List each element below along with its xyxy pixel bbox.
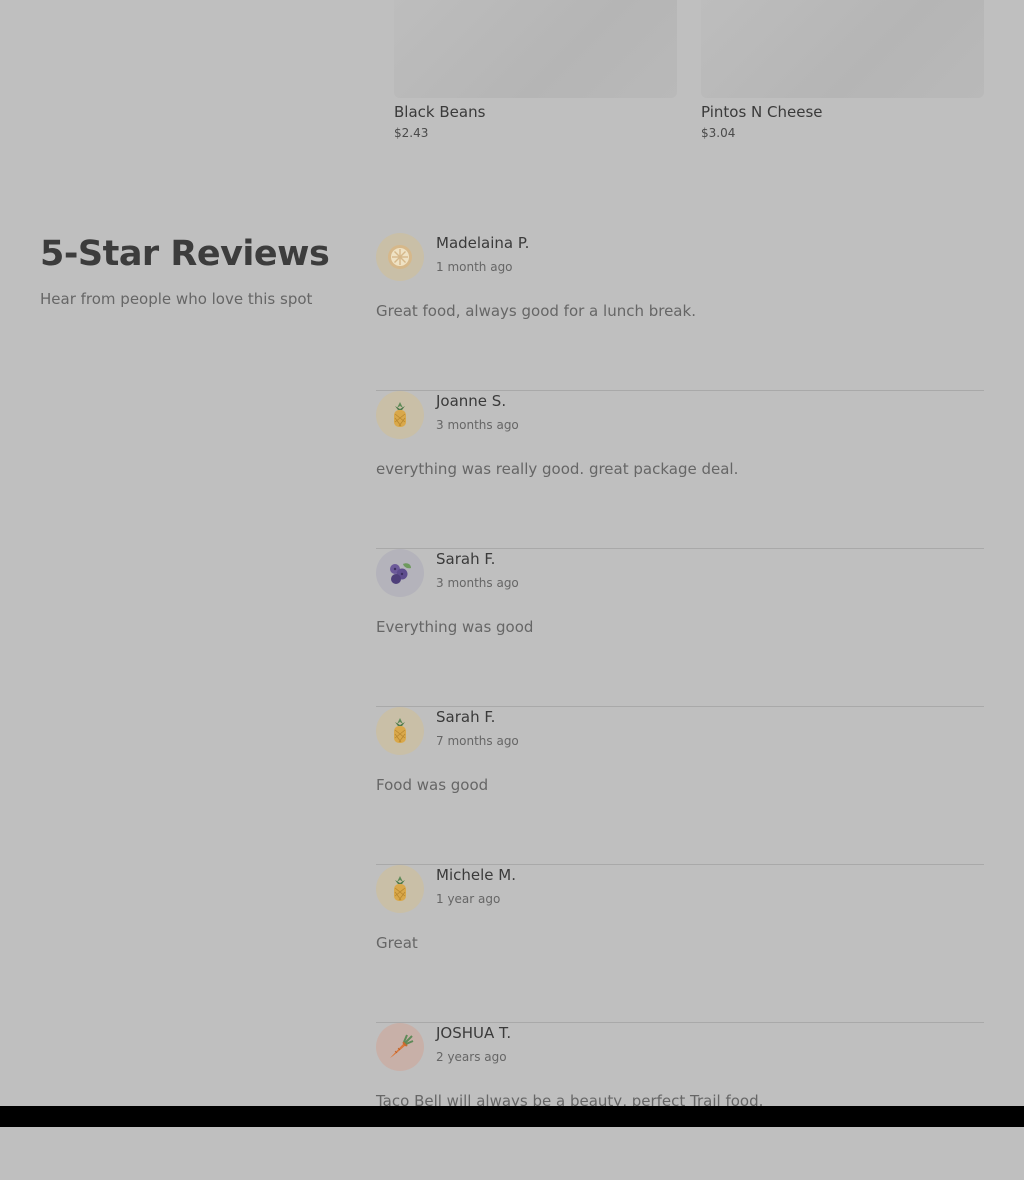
lemon-icon — [388, 245, 412, 269]
product-card[interactable]: Black Beans $2.43 — [394, 0, 677, 140]
product-name: Pintos N Cheese — [701, 103, 823, 121]
review-text: Food was good — [376, 776, 489, 794]
avatar — [376, 1023, 424, 1071]
reviewer-name: Sarah F. — [436, 708, 496, 726]
review-time: 1 year ago — [436, 892, 501, 906]
review-item: JOSHUA T. 2 years ago Taco Bell will alw… — [376, 1023, 984, 1180]
reviews-subtitle: Hear from people who love this spot — [40, 290, 313, 308]
reviewer-name: Michele M. — [436, 866, 516, 884]
avatar — [376, 549, 424, 597]
product-name: Black Beans — [394, 103, 486, 121]
review-time: 3 months ago — [436, 418, 519, 432]
pineapple-icon — [394, 402, 406, 427]
reviewer-name: Madelaina P. — [436, 234, 530, 252]
review-time: 1 month ago — [436, 260, 513, 274]
review-item: Sarah F. 7 months ago Food was good — [376, 707, 984, 865]
avatar — [376, 233, 424, 281]
product-price: $3.04 — [701, 126, 736, 140]
review-item: Madelaina P. 1 month ago Great food, alw… — [376, 233, 984, 391]
product-image[interactable] — [701, 0, 984, 98]
reviews-list: Madelaina P. 1 month ago Great food, alw… — [376, 233, 984, 1180]
carrot-icon — [390, 1034, 414, 1058]
reviewer-name: Joanne S. — [436, 392, 507, 410]
avatar — [376, 865, 424, 913]
reviews-title: 5-Star Reviews — [40, 234, 330, 274]
pineapple-icon — [394, 876, 406, 901]
review-text: Great food, always good for a lunch brea… — [376, 302, 696, 320]
review-time: 3 months ago — [436, 576, 519, 590]
review-text: Everything was good — [376, 618, 534, 636]
reviewer-name: JOSHUA T. — [436, 1024, 512, 1042]
avatar — [376, 391, 424, 439]
product-price: $2.43 — [394, 126, 429, 140]
review-text: Great — [376, 934, 418, 952]
pineapple-icon — [394, 718, 406, 743]
reviewer-name: Sarah F. — [436, 550, 496, 568]
review-text: everything was really good. great packag… — [376, 460, 739, 478]
review-time: 7 months ago — [436, 734, 519, 748]
review-item: Sarah F. 3 months ago Everything was goo… — [376, 549, 984, 707]
avatar — [376, 707, 424, 755]
product-image[interactable] — [394, 0, 677, 98]
blueberry-icon — [390, 563, 411, 584]
bottom-bar — [0, 1106, 1024, 1127]
review-time: 2 years ago — [436, 1050, 507, 1064]
review-item: Joanne S. 3 months ago everything was re… — [376, 391, 984, 549]
review-item: Michele M. 1 year ago Great — [376, 865, 984, 1023]
product-card[interactable]: Pintos N Cheese $3.04 — [701, 0, 984, 140]
